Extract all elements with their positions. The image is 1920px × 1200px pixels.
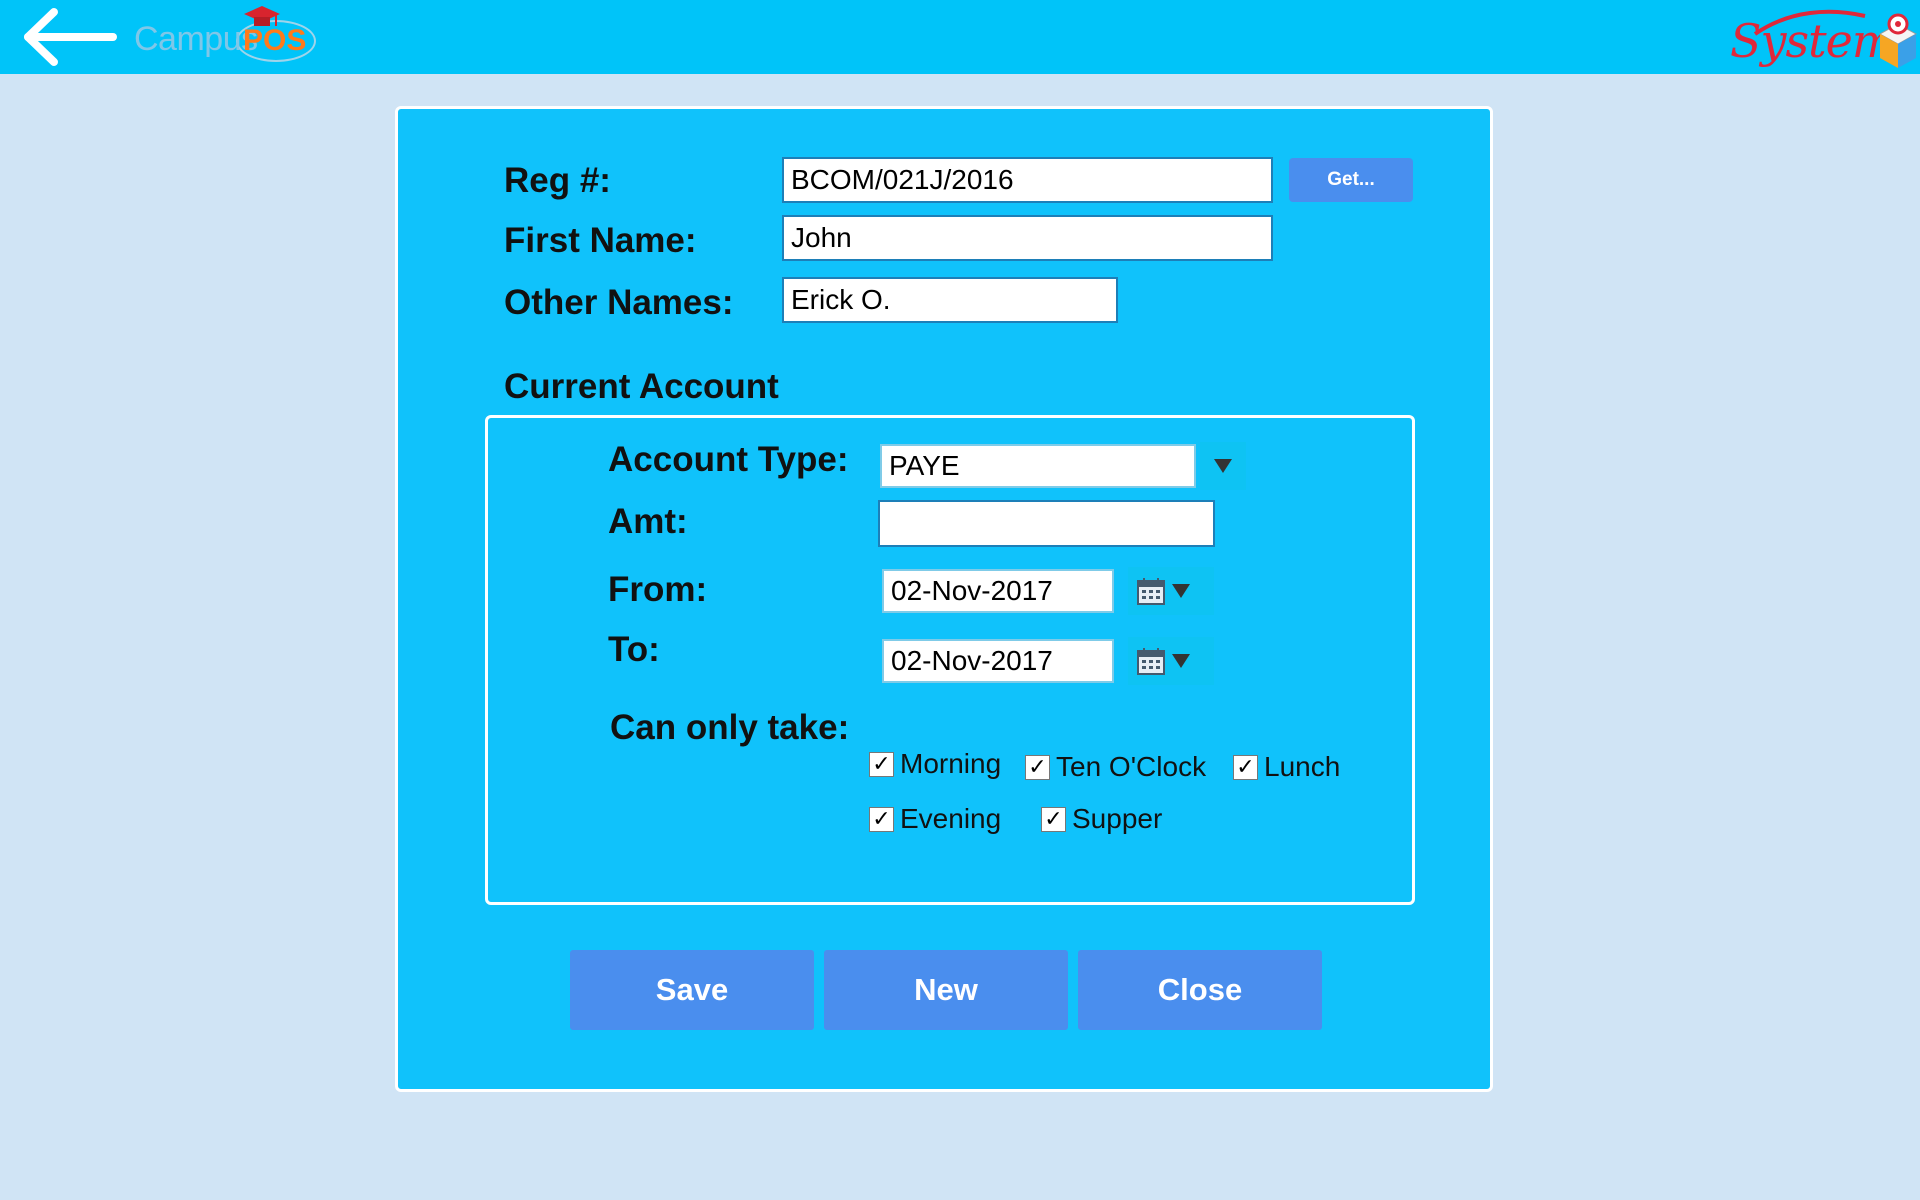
- chevron-down-icon: [1214, 459, 1232, 473]
- meal-checkbox-morning[interactable]: ✓ Morning: [869, 748, 1001, 780]
- back-arrow-icon: [24, 8, 117, 66]
- other-names-label: Other Names:: [504, 283, 734, 322]
- campuspos-logo: Campus POS: [132, 4, 322, 68]
- amount-input[interactable]: [878, 500, 1215, 547]
- cube-logo-icon: [1878, 13, 1918, 68]
- close-button[interactable]: Close: [1078, 950, 1322, 1030]
- checkbox-checked-icon: ✓: [869, 751, 894, 777]
- account-type-dropdown-button[interactable]: [1200, 442, 1246, 490]
- calendar-icon: [1137, 578, 1165, 605]
- account-type-select[interactable]: PAYE: [880, 444, 1196, 488]
- registration-form-card: Reg #: BCOM/021J/2016 Get... First Name:…: [395, 106, 1493, 1092]
- meal-checkbox-lunch[interactable]: ✓ Lunch: [1233, 751, 1340, 783]
- from-label: From:: [608, 570, 708, 609]
- current-account-title: Current Account: [504, 367, 779, 406]
- can-only-take-label: Can only take:: [610, 708, 850, 747]
- checkbox-checked-icon: ✓: [1233, 754, 1258, 780]
- get-button[interactable]: Get...: [1289, 158, 1413, 202]
- chevron-down-icon: [1172, 654, 1190, 668]
- checkbox-checked-icon: ✓: [1041, 806, 1066, 832]
- first-name-input[interactable]: John: [782, 215, 1273, 261]
- save-button[interactable]: Save: [570, 950, 814, 1030]
- meal-label: Morning: [900, 748, 1002, 779]
- logo-system-text: System: [1730, 14, 1895, 68]
- from-date-input[interactable]: 02-Nov-2017: [882, 569, 1114, 613]
- meal-label: Evening: [900, 803, 1002, 834]
- first-name-label: First Name:: [504, 221, 697, 260]
- logo-campus-text: Campus: [134, 20, 258, 58]
- account-type-label: Account Type:: [608, 440, 849, 479]
- meal-label: Supper: [1072, 803, 1163, 834]
- other-names-input[interactable]: Erick O.: [782, 277, 1118, 323]
- to-date-picker-button[interactable]: [1128, 637, 1214, 685]
- chevron-down-icon: [1172, 584, 1190, 598]
- from-date-picker-button[interactable]: [1128, 567, 1214, 615]
- meal-checkbox-evening[interactable]: ✓ Evening: [869, 803, 1001, 835]
- amt-label: Amt:: [608, 502, 688, 541]
- meal-checkbox-supper[interactable]: ✓ Supper: [1041, 803, 1162, 835]
- checkbox-checked-icon: ✓: [869, 806, 894, 832]
- top-bar: Campus POS System: [0, 0, 1920, 74]
- meal-checkbox-ten-oclock[interactable]: ✓ Ten O'Clock: [1025, 751, 1206, 783]
- checkbox-checked-icon: ✓: [1025, 754, 1050, 780]
- reg-number-input[interactable]: BCOM/021J/2016: [782, 157, 1273, 203]
- back-button[interactable]: [18, 6, 118, 68]
- meal-label: Lunch: [1264, 751, 1341, 782]
- reg-label: Reg #:: [504, 161, 611, 200]
- system-logo: System: [1730, 4, 1920, 72]
- meal-label: Ten O'Clock: [1056, 751, 1207, 782]
- to-date-input[interactable]: 02-Nov-2017: [882, 639, 1114, 683]
- calendar-icon: [1137, 648, 1165, 675]
- current-account-group: Account Type: PAYE Amt: From: 02-Nov-201…: [485, 415, 1415, 905]
- new-button[interactable]: New: [824, 950, 1068, 1030]
- to-label: To:: [608, 630, 660, 669]
- logo-pos-text: POS: [243, 24, 307, 57]
